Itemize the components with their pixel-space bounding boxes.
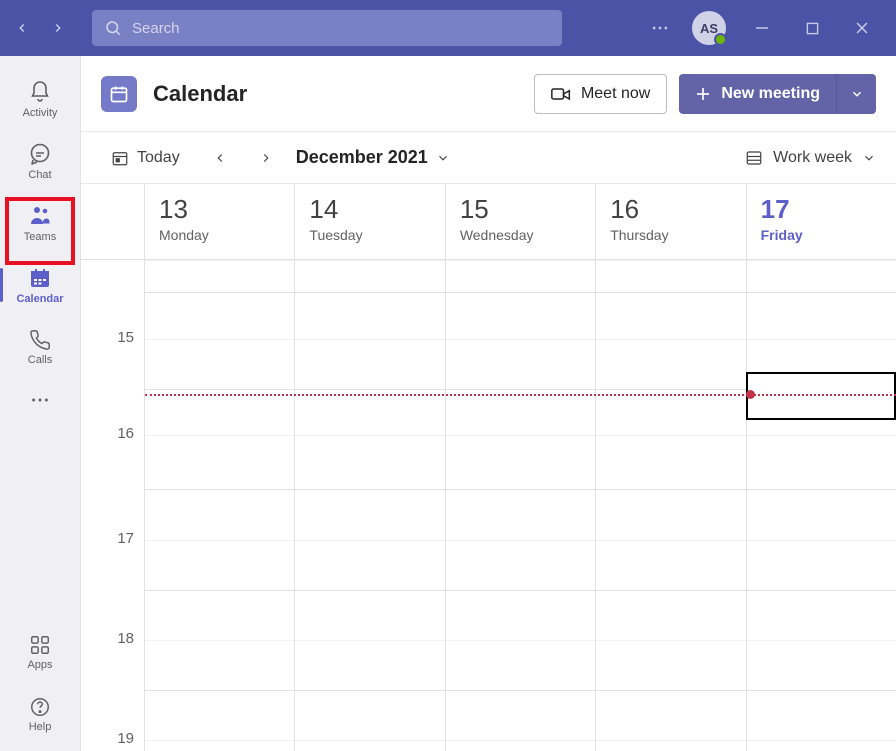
titlebar: Search AS: [0, 0, 896, 56]
teams-icon: [27, 204, 53, 228]
calendar-today-icon: [111, 149, 129, 167]
calendar-app-tile: [101, 76, 137, 112]
current-time-dot: [746, 390, 755, 399]
page-title: Calendar: [153, 81, 247, 107]
more-options-button[interactable]: [650, 18, 670, 38]
day-header[interactable]: 17 Friday: [747, 184, 896, 260]
new-meeting-split-button: New meeting: [679, 74, 876, 114]
day-slots[interactable]: [446, 260, 595, 751]
main-content: Calendar Meet now New meeting: [80, 56, 896, 751]
bell-icon: [28, 80, 52, 104]
day-column[interactable]: 13 Monday: [145, 184, 295, 751]
time-label: 16: [81, 425, 134, 442]
calendar-icon: [109, 84, 129, 104]
time-label: 17: [81, 530, 134, 547]
day-number: 15: [460, 194, 581, 225]
day-column[interactable]: 15 Wednesday: [446, 184, 596, 751]
window-close-button[interactable]: [848, 21, 876, 35]
calendar-grid[interactable]: 15 16 17 18 19 13 Monday 14 Tuesday 15 Wednes…: [81, 184, 896, 751]
search-placeholder: Search: [132, 20, 180, 37]
day-header[interactable]: 14 Tuesday: [295, 184, 444, 260]
day-weekday: Wednesday: [460, 227, 581, 243]
calendar-icon: [28, 266, 52, 290]
plus-icon: [695, 86, 711, 102]
day-weekday: Friday: [761, 227, 882, 243]
side-rail: Activity Chat Teams Calendar Calls Apps: [0, 56, 80, 751]
day-number: 16: [610, 194, 731, 225]
day-slots[interactable]: [145, 260, 294, 751]
days-container: 13 Monday 14 Tuesday 15 Wednesday 16 Thursday 17…: [145, 184, 896, 751]
day-header[interactable]: 15 Wednesday: [446, 184, 595, 260]
rail-more[interactable]: [6, 380, 74, 420]
day-column[interactable]: 17 Friday: [747, 184, 896, 751]
day-slots[interactable]: [295, 260, 444, 751]
help-icon: [29, 696, 51, 718]
day-number: 17: [761, 194, 882, 225]
month-picker[interactable]: December 2021: [296, 147, 450, 168]
video-icon: [551, 86, 571, 102]
phone-icon: [29, 329, 51, 351]
search-icon: [104, 19, 122, 37]
avatar-initials: AS: [700, 21, 718, 36]
presence-available-icon: [714, 33, 727, 46]
prev-period-button[interactable]: [204, 142, 236, 174]
time-label: 15: [81, 329, 134, 346]
rail-apps[interactable]: Apps: [6, 623, 74, 681]
day-slots[interactable]: [747, 260, 896, 751]
rail-calendar[interactable]: Calendar: [6, 256, 74, 314]
day-weekday: Tuesday: [309, 227, 430, 243]
nav-forward-button[interactable]: [44, 14, 72, 42]
next-period-button[interactable]: [250, 142, 282, 174]
selected-time-slot[interactable]: [746, 372, 896, 420]
page-header: Calendar Meet now New meeting: [81, 56, 896, 132]
rail-teams[interactable]: Teams: [6, 194, 74, 252]
day-header[interactable]: 13 Monday: [145, 184, 294, 260]
day-number: 14: [309, 194, 430, 225]
day-header[interactable]: 16 Thursday: [596, 184, 745, 260]
search-input[interactable]: Search: [92, 10, 562, 46]
apps-icon: [29, 634, 51, 656]
chat-icon: [28, 142, 52, 166]
rail-calls[interactable]: Calls: [6, 318, 74, 376]
calendar-controls: Today December 2021 Work week: [81, 132, 896, 184]
view-picker[interactable]: Work week: [745, 149, 876, 167]
ellipsis-icon: [29, 389, 51, 411]
day-weekday: Monday: [159, 227, 280, 243]
chevron-down-icon: [436, 151, 450, 165]
rail-activity[interactable]: Activity: [6, 70, 74, 128]
chevron-down-icon: [850, 87, 864, 101]
user-avatar[interactable]: AS: [692, 11, 726, 45]
window-minimize-button[interactable]: [748, 21, 776, 35]
window-maximize-button[interactable]: [798, 22, 826, 35]
day-slots[interactable]: [596, 260, 745, 751]
nav-back-button[interactable]: [8, 14, 36, 42]
day-number: 13: [159, 194, 280, 225]
new-meeting-button[interactable]: New meeting: [679, 74, 836, 114]
time-label: 18: [81, 630, 134, 647]
day-column[interactable]: 14 Tuesday: [295, 184, 445, 751]
day-weekday: Thursday: [610, 227, 731, 243]
list-icon: [745, 149, 763, 167]
rail-chat[interactable]: Chat: [6, 132, 74, 190]
time-column: 15 16 17 18 19: [81, 184, 145, 751]
new-meeting-dropdown[interactable]: [836, 74, 876, 114]
rail-help[interactable]: Help: [6, 685, 74, 743]
meet-now-button[interactable]: Meet now: [534, 74, 667, 114]
day-column[interactable]: 16 Thursday: [596, 184, 746, 751]
current-time-indicator: [145, 394, 896, 396]
today-button[interactable]: Today: [101, 143, 190, 173]
ellipsis-icon: [650, 18, 670, 38]
time-label: 19: [81, 730, 134, 747]
chevron-down-icon: [862, 151, 876, 165]
